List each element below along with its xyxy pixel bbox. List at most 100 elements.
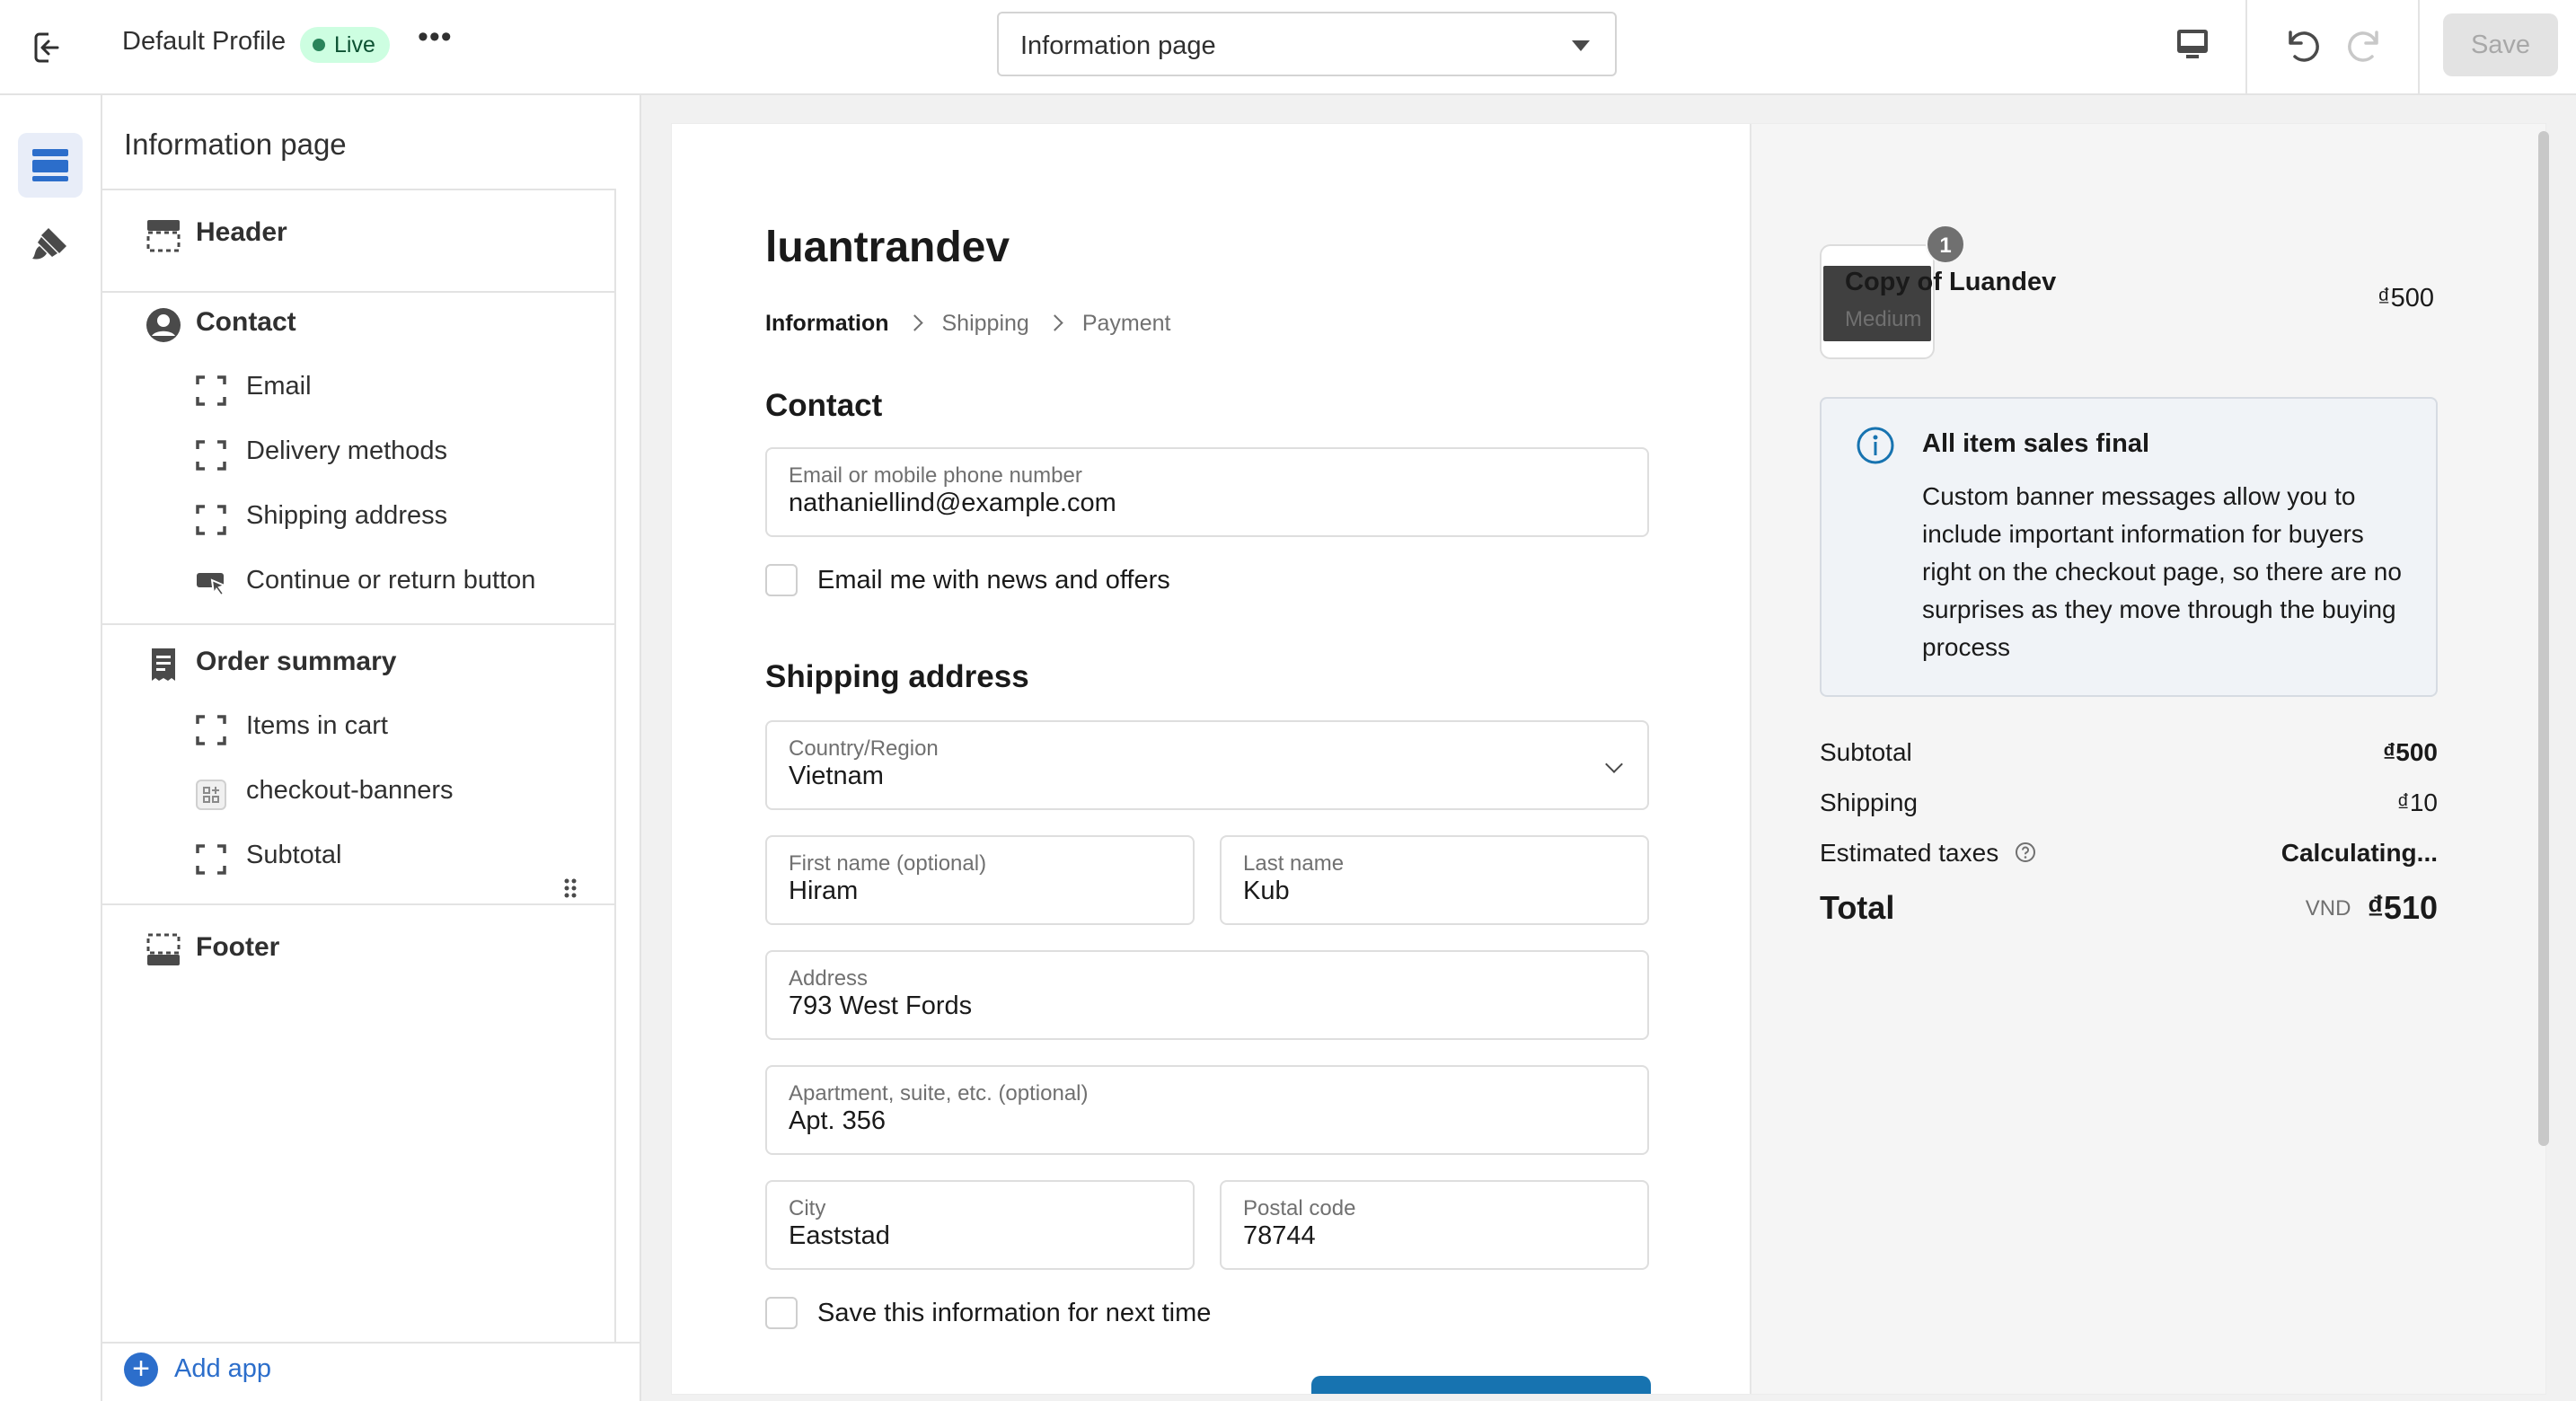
breadcrumb-payment[interactable]: Payment bbox=[1082, 311, 1171, 336]
item-variant: Medium bbox=[1845, 307, 1922, 331]
save-info-checkbox[interactable] bbox=[765, 1297, 798, 1329]
taxes-row: Estimated taxes Calculating... bbox=[1820, 839, 2438, 869]
shipping-value: ₫10 bbox=[2396, 789, 2438, 816]
caret-down-icon bbox=[1572, 40, 1590, 51]
profile-name: Default Profile bbox=[122, 27, 287, 56]
field-value: 78744 bbox=[1243, 1221, 1316, 1250]
quantity-badge: 1 bbox=[1926, 225, 1965, 264]
field-value: Hiram bbox=[789, 877, 859, 905]
block-icon bbox=[196, 505, 226, 535]
email-field[interactable]: Email or mobile phone number nathanielli… bbox=[765, 447, 1649, 537]
shipping-label: Shipping bbox=[1820, 789, 1918, 816]
breadcrumb-shipping[interactable]: Shipping bbox=[942, 311, 1029, 336]
first-name-field[interactable]: First name (optional) Hiram bbox=[765, 835, 1195, 925]
sections-tab[interactable] bbox=[18, 133, 83, 198]
field-label: Country/Region bbox=[789, 736, 939, 761]
block-subtotal[interactable]: Subtotal bbox=[196, 841, 341, 882]
section-label: Contact bbox=[196, 307, 296, 337]
total-currency: VND bbox=[2305, 896, 2351, 921]
section-order-summary[interactable]: Order summary bbox=[146, 647, 396, 690]
block-label: Items in cart bbox=[246, 711, 388, 740]
section-label: Footer bbox=[196, 932, 280, 962]
section-footer[interactable]: Footer bbox=[146, 932, 279, 975]
top-bar: Default Profile Live ••• Information pag… bbox=[0, 0, 2576, 95]
continue-button[interactable] bbox=[1311, 1376, 1651, 1394]
field-label: Last name bbox=[1243, 851, 1345, 876]
left-rail bbox=[0, 95, 102, 1401]
panel-title: Information page bbox=[124, 128, 347, 161]
exit-icon[interactable] bbox=[31, 28, 70, 67]
breadcrumb-information[interactable]: Information bbox=[765, 311, 889, 336]
news-checkbox[interactable] bbox=[765, 564, 798, 596]
total-row: Total VND ₫510 bbox=[1820, 889, 2438, 927]
toolbar-divider bbox=[2245, 0, 2247, 95]
block-shipping-address[interactable]: Shipping address bbox=[196, 501, 447, 542]
banner-title: All item sales final bbox=[1922, 429, 2150, 458]
sections-panel: Information page Header Contact Email De… bbox=[102, 95, 641, 1401]
add-app-label: Add app bbox=[174, 1354, 272, 1383]
undo-icon[interactable] bbox=[2280, 23, 2321, 65]
subtotal-label: Subtotal bbox=[1820, 738, 1912, 766]
info-icon bbox=[1856, 426, 1895, 470]
help-icon[interactable] bbox=[2015, 841, 2036, 869]
desktop-preview-icon[interactable] bbox=[2174, 25, 2211, 63]
preview-scrollbar[interactable] bbox=[2538, 131, 2549, 1146]
last-name-field[interactable]: Last name Kub bbox=[1220, 835, 1649, 925]
subtotal-value: ₫500 bbox=[2382, 738, 2438, 766]
postal-code-field[interactable]: Postal code 78744 bbox=[1220, 1180, 1649, 1270]
more-actions-button[interactable]: ••• bbox=[418, 20, 453, 55]
plus-circle-icon: + bbox=[124, 1353, 158, 1387]
save-button[interactable]: Save bbox=[2443, 13, 2558, 76]
field-label: Email or mobile phone number bbox=[789, 463, 1082, 488]
chevron-right-icon bbox=[1046, 314, 1063, 331]
block-delivery-methods[interactable]: Delivery methods bbox=[196, 436, 447, 478]
drag-handle-icon[interactable] bbox=[564, 877, 577, 899]
block-items-in-cart[interactable]: Items in cart bbox=[196, 711, 388, 753]
block-label: Email bbox=[246, 372, 312, 401]
section-header[interactable]: Header bbox=[146, 217, 287, 260]
button-cursor-icon bbox=[197, 573, 227, 597]
field-value: Kub bbox=[1243, 877, 1290, 905]
app-block-icon bbox=[196, 780, 226, 810]
section-label: Order summary bbox=[196, 647, 397, 676]
block-label: Subtotal bbox=[246, 841, 342, 869]
city-field[interactable]: City Eaststad bbox=[765, 1180, 1195, 1270]
address-field[interactable]: Address 793 West Fords bbox=[765, 950, 1649, 1040]
apartment-field[interactable]: Apartment, suite, etc. (optional) Apt. 3… bbox=[765, 1065, 1649, 1155]
divider bbox=[102, 903, 614, 905]
subtotal-row: Subtotal ₫500 bbox=[1820, 738, 2438, 767]
block-icon bbox=[196, 440, 226, 471]
block-continue-button[interactable]: Continue or return button bbox=[196, 566, 535, 607]
page-select[interactable]: Information page bbox=[997, 12, 1617, 76]
add-app-button[interactable]: + Add app bbox=[124, 1349, 393, 1388]
contact-heading: Contact bbox=[765, 388, 883, 423]
block-icon bbox=[196, 715, 226, 745]
divider bbox=[102, 623, 614, 625]
taxes-label: Estimated taxes bbox=[1820, 839, 1999, 867]
block-label: Delivery methods bbox=[246, 436, 448, 465]
field-label: Postal code bbox=[1243, 1196, 1356, 1220]
product-thumbnail bbox=[1820, 244, 1935, 359]
toolbar-divider bbox=[2418, 0, 2420, 95]
item-name: Copy of Luandev bbox=[1845, 268, 2057, 296]
paintbrush-icon[interactable] bbox=[31, 225, 70, 269]
field-label: First name (optional) bbox=[789, 851, 987, 876]
shop-name: luantrandev bbox=[765, 224, 1010, 271]
block-checkout-banners[interactable]: checkout-banners bbox=[196, 776, 454, 817]
receipt-icon bbox=[146, 647, 181, 690]
page-select-value: Information page bbox=[1020, 31, 1216, 60]
block-label: checkout-banners bbox=[246, 776, 454, 805]
chevron-right-icon bbox=[905, 314, 923, 331]
section-label: Header bbox=[196, 217, 287, 247]
field-label: Apartment, suite, etc. (optional) bbox=[789, 1081, 1089, 1106]
redo-icon[interactable] bbox=[2346, 23, 2387, 65]
block-email[interactable]: Email bbox=[196, 372, 312, 413]
save-info-label: Save this information for next time bbox=[817, 1299, 1212, 1327]
header-layout-icon bbox=[146, 217, 181, 260]
field-label: City bbox=[789, 1196, 826, 1220]
section-contact[interactable]: Contact bbox=[146, 307, 296, 350]
country-select[interactable]: Country/Region Vietnam bbox=[765, 720, 1649, 810]
block-label: Continue or return button bbox=[246, 566, 536, 595]
field-value: Eaststad bbox=[789, 1221, 890, 1250]
total-value: ₫510 bbox=[2367, 889, 2438, 926]
